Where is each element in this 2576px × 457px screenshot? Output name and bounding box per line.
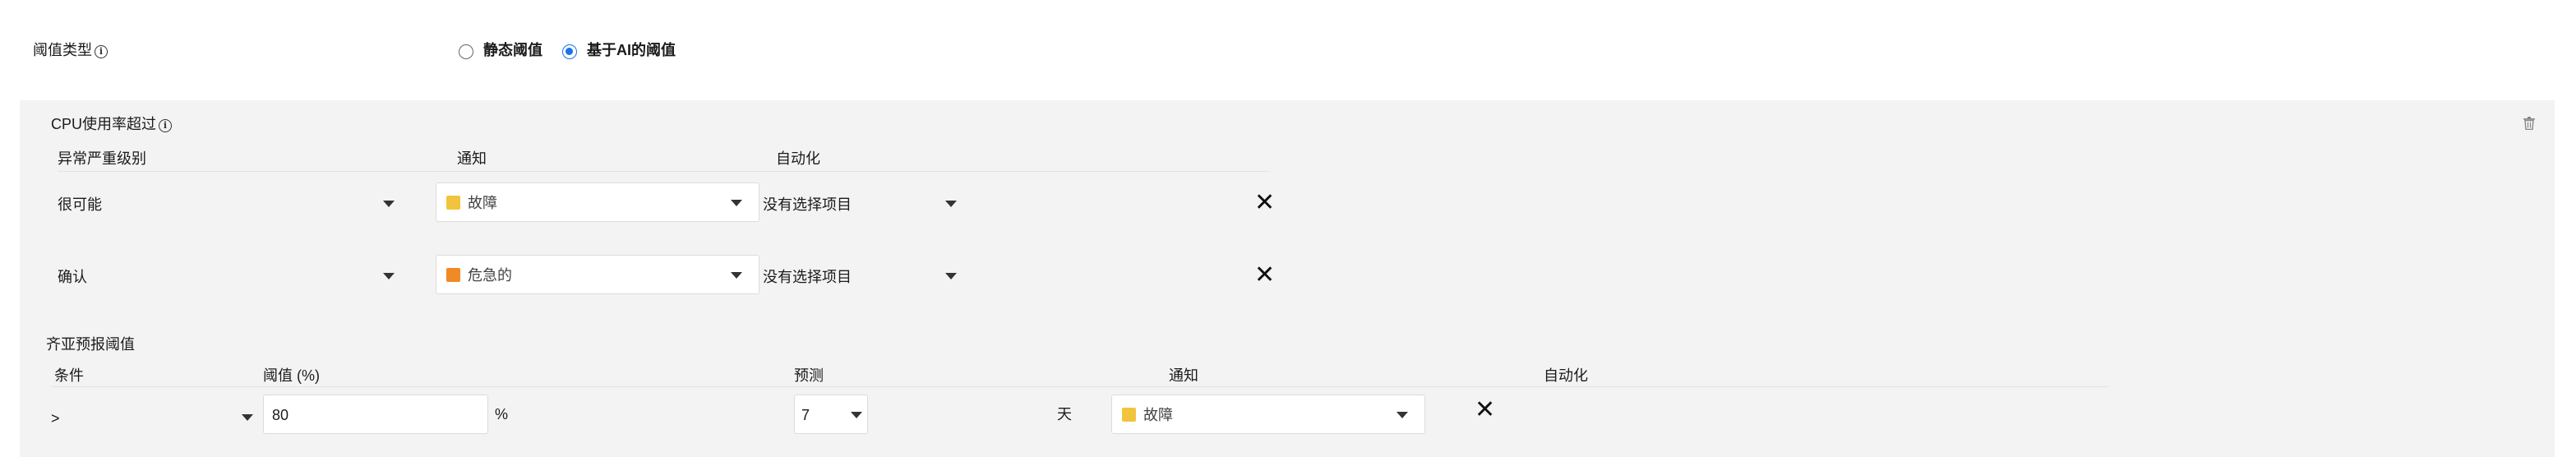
chevron-down-icon bbox=[945, 273, 957, 279]
automation-value: 没有选择项目 bbox=[763, 196, 852, 213]
info-icon[interactable]: i bbox=[159, 119, 173, 132]
severity-value: 确认 bbox=[58, 269, 87, 285]
threshold-panel: CPU使用率超过 i 异常严重级别 通知 自动化 很可能 故障 没有选择项目 ✕ … bbox=[20, 100, 2555, 457]
automation-select[interactable]: 没有选择项目 bbox=[763, 187, 960, 220]
radio-static-threshold[interactable] bbox=[459, 44, 473, 59]
automation-select[interactable]: 没有选择项目 bbox=[763, 260, 960, 293]
chevron-down-icon bbox=[731, 200, 742, 206]
close-icon[interactable]: ✕ bbox=[1254, 191, 1275, 215]
threshold-input[interactable]: 80 bbox=[263, 395, 488, 434]
threshold-unit: % bbox=[495, 406, 509, 422]
forecast-unit: 天 bbox=[1057, 406, 1072, 422]
condition-select[interactable]: > bbox=[51, 401, 258, 434]
col-header-condition: 条件 bbox=[54, 367, 84, 384]
forecast-value: 7 bbox=[801, 407, 810, 423]
threshold-type-label-text: 阈值类型 bbox=[33, 42, 92, 58]
notify-color-swatch bbox=[446, 196, 460, 210]
close-icon[interactable]: ✕ bbox=[1475, 398, 1495, 422]
radio-ai-threshold[interactable] bbox=[562, 44, 577, 59]
notify-color-swatch bbox=[1122, 408, 1136, 422]
chevron-down-icon bbox=[242, 414, 253, 421]
chevron-down-icon bbox=[851, 412, 862, 418]
cpu-section-title: CPU使用率超过 i bbox=[51, 115, 173, 133]
trash-icon[interactable] bbox=[2523, 117, 2535, 130]
header-divider bbox=[58, 171, 1269, 172]
severity-select[interactable]: 确认 bbox=[58, 260, 399, 293]
info-icon[interactable]: i bbox=[95, 45, 108, 58]
radio-ai-threshold-label[interactable]: 基于AI的阈值 bbox=[587, 41, 676, 59]
col-header-automation: 自动化 bbox=[776, 150, 820, 167]
forecast-section-title: 齐亚预报阈值 bbox=[46, 336, 135, 353]
notify-select[interactable]: 故障 bbox=[1111, 395, 1425, 434]
chevron-down-icon bbox=[383, 273, 395, 279]
col-header-severity: 异常严重级别 bbox=[58, 150, 146, 167]
chevron-down-icon bbox=[945, 201, 957, 207]
forecast-select[interactable]: 7 bbox=[794, 395, 868, 434]
notify-color-swatch bbox=[446, 268, 460, 282]
col-header-forecast: 预测 bbox=[794, 367, 824, 384]
severity-select[interactable]: 很可能 bbox=[58, 187, 399, 220]
notify-select[interactable]: 故障 bbox=[436, 182, 759, 222]
cpu-section-title-text: CPU使用率超过 bbox=[51, 116, 157, 132]
severity-value: 很可能 bbox=[58, 196, 102, 213]
col-header-notify: 通知 bbox=[1169, 367, 1198, 384]
automation-value: 没有选择项目 bbox=[763, 269, 852, 285]
chevron-down-icon bbox=[1396, 412, 1408, 418]
threshold-input-value: 80 bbox=[272, 407, 289, 423]
notify-value: 故障 bbox=[1143, 407, 1173, 423]
radio-static-threshold-label[interactable]: 静态阈值 bbox=[483, 41, 542, 59]
chevron-down-icon bbox=[383, 201, 395, 207]
notify-select[interactable]: 危急的 bbox=[436, 255, 759, 294]
header-divider bbox=[51, 386, 2109, 387]
col-header-threshold: 阈值 (%) bbox=[263, 367, 320, 384]
threshold-type-label: 阈值类型 i bbox=[33, 41, 108, 59]
col-header-automation: 自动化 bbox=[1544, 367, 1588, 384]
chevron-down-icon bbox=[731, 272, 742, 279]
col-header-notify: 通知 bbox=[457, 150, 487, 167]
condition-value: > bbox=[51, 410, 60, 427]
notify-value: 故障 bbox=[468, 195, 497, 211]
close-icon[interactable]: ✕ bbox=[1254, 263, 1275, 288]
notify-value: 危急的 bbox=[468, 267, 512, 284]
